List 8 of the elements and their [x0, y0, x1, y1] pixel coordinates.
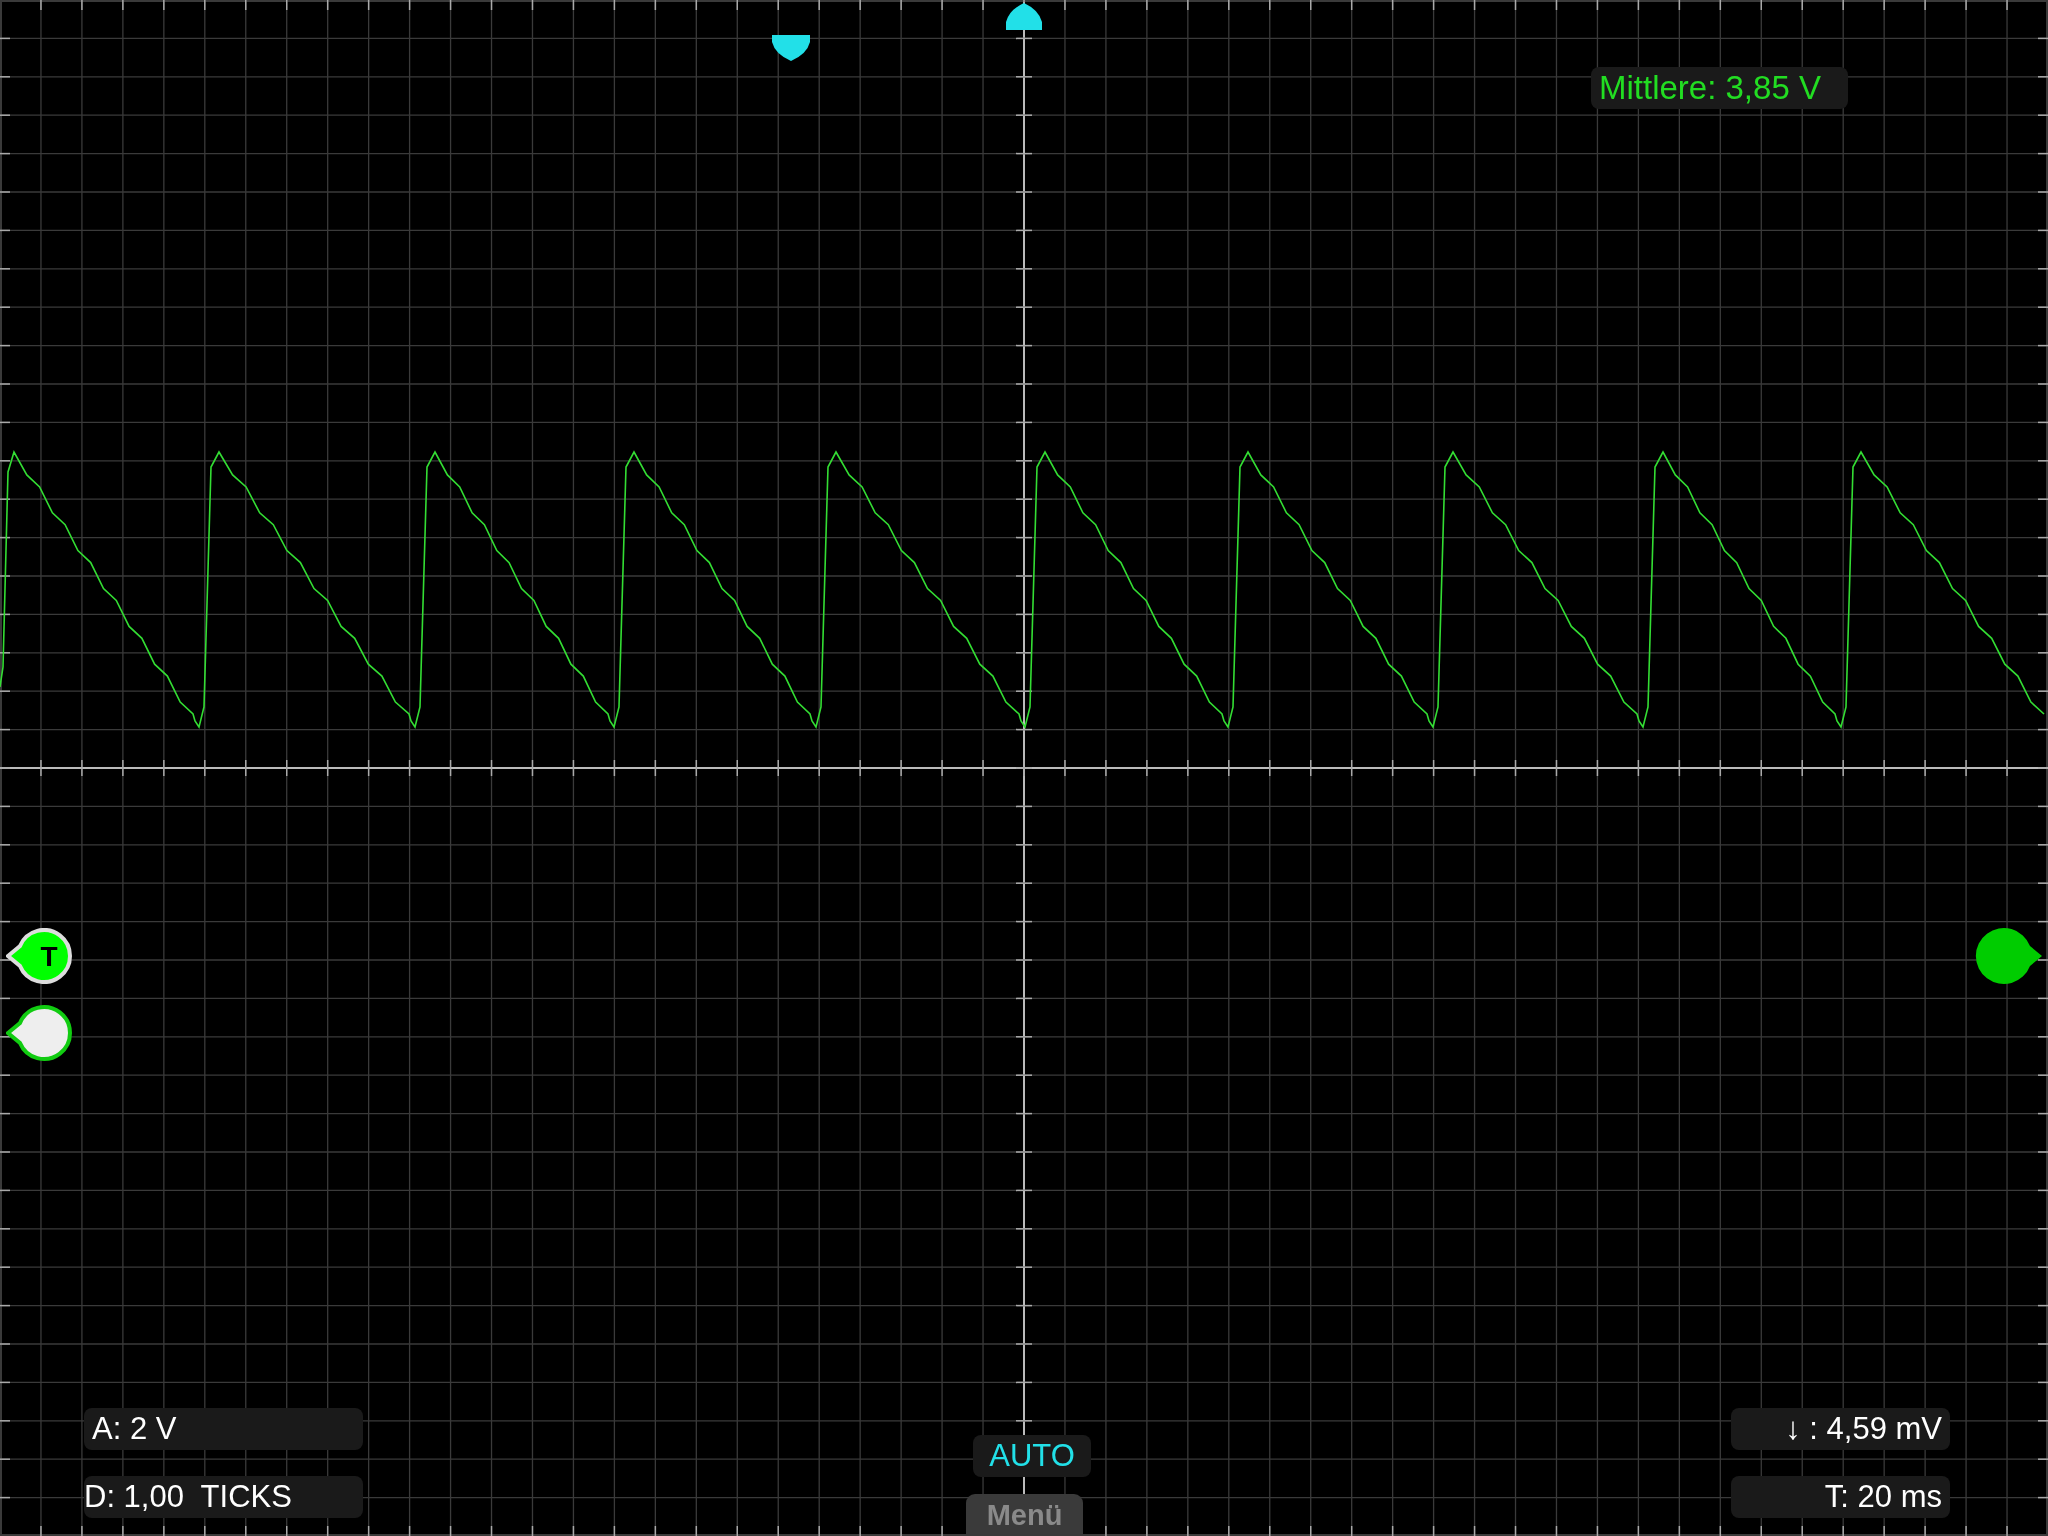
- channel-scale-readout[interactable]: A: 2 V: [84, 1408, 363, 1450]
- position-marker-icon[interactable]: [1005, 2, 1043, 31]
- time-base-readout[interactable]: T: 20 ms: [1731, 1476, 1950, 1518]
- mean-voltage-readout: Mittlere: 3,85 V: [1591, 67, 1848, 109]
- trigger-mode-button[interactable]: AUTO: [973, 1435, 1091, 1477]
- cursor-marker-icon[interactable]: [771, 34, 811, 62]
- cursor-delta-readout[interactable]: ↓ : 4,59 mV: [1731, 1408, 1950, 1450]
- digital-scale-readout[interactable]: D: 1,00 TICKS: [84, 1476, 363, 1518]
